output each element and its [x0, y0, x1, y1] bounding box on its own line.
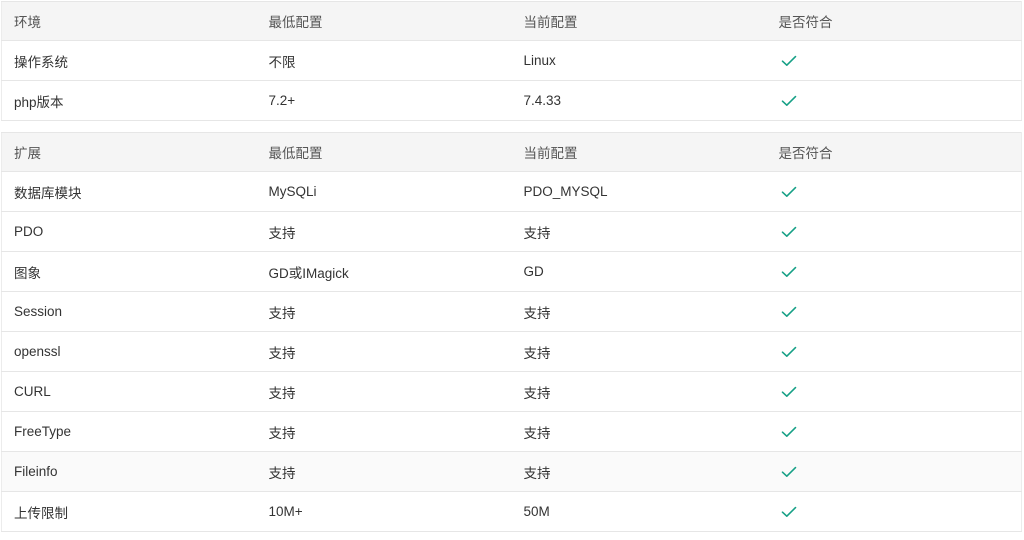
- cell-current: 支持: [511, 371, 767, 412]
- table-row: Session 支持 支持: [1, 291, 1022, 332]
- cell-name: CURL: [1, 371, 257, 412]
- table-row: 图象 GD或IMagick GD: [1, 251, 1022, 292]
- cell-name: 图象: [1, 251, 257, 292]
- extension-table: 扩展 最低配置 当前配置 是否符合 数据库模块 MySQLi PDO_MYSQL PD…: [1, 132, 1022, 532]
- cell-name: Fileinfo: [1, 451, 257, 492]
- table-row: 上传限制 10M+ 50M: [1, 491, 1022, 532]
- cell-compliant: [766, 371, 1022, 412]
- table-row: FreeType 支持 支持: [1, 411, 1022, 452]
- table-row: CURL 支持 支持: [1, 371, 1022, 412]
- cell-current: 50M: [511, 491, 767, 532]
- cell-name: 数据库模块: [1, 171, 257, 212]
- cell-minimum: 不限: [256, 40, 512, 81]
- cell-minimum: 10M+: [256, 491, 512, 532]
- cell-minimum: 支持: [256, 291, 512, 332]
- cell-name: FreeType: [1, 411, 257, 452]
- check-icon: [781, 95, 797, 107]
- check-icon: [781, 186, 797, 198]
- cell-current: 支持: [511, 291, 767, 332]
- cell-minimum: 支持: [256, 331, 512, 372]
- cell-current: Linux: [511, 40, 767, 81]
- header-minimum: 最低配置: [256, 1, 512, 41]
- cell-minimum: MySQLi: [256, 171, 512, 212]
- table-row: openssl 支持 支持: [1, 331, 1022, 372]
- environment-table: 环境 最低配置 当前配置 是否符合 操作系统 不限 Linux php版本 7.2+ 7.…: [1, 1, 1022, 121]
- cell-compliant: [766, 451, 1022, 492]
- cell-name: 操作系统: [1, 40, 257, 81]
- cell-compliant: [766, 411, 1022, 452]
- cell-minimum: GD或IMagick: [256, 251, 512, 292]
- cell-name: 上传限制: [1, 491, 257, 532]
- requirements-page: 环境 最低配置 当前配置 是否符合 操作系统 不限 Linux php版本 7.2+ 7.…: [0, 0, 1022, 540]
- cell-minimum: 支持: [256, 451, 512, 492]
- cell-name: PDO: [1, 211, 257, 252]
- header-current: 当前配置: [511, 1, 767, 41]
- environment-table-body: 操作系统 不限 Linux php版本 7.2+ 7.4.33: [1, 40, 1022, 121]
- table-row: php版本 7.2+ 7.4.33: [1, 80, 1022, 121]
- cell-name: php版本: [1, 80, 257, 121]
- cell-minimum: 支持: [256, 411, 512, 452]
- header-extension: 扩展: [1, 132, 257, 172]
- cell-minimum: 7.2+: [256, 80, 512, 121]
- extension-table-body: 数据库模块 MySQLi PDO_MYSQL PDO 支持 支持 图象 GD或IMagick G…: [1, 171, 1022, 532]
- cell-current: 支持: [511, 451, 767, 492]
- cell-current: 支持: [511, 331, 767, 372]
- cell-compliant: [766, 211, 1022, 252]
- cell-compliant: [766, 251, 1022, 292]
- check-icon: [781, 466, 797, 478]
- cell-compliant: [766, 40, 1022, 81]
- check-icon: [781, 226, 797, 238]
- table-row: Fileinfo 支持 支持: [1, 451, 1022, 492]
- header-compliant: 是否符合: [766, 1, 1022, 41]
- check-icon: [781, 266, 797, 278]
- cell-compliant: [766, 80, 1022, 121]
- cell-current: PDO_MYSQL: [511, 171, 767, 212]
- cell-name: Session: [1, 291, 257, 332]
- cell-compliant: [766, 171, 1022, 212]
- check-icon: [781, 386, 797, 398]
- header-current: 当前配置: [511, 132, 767, 172]
- table-row: 数据库模块 MySQLi PDO_MYSQL: [1, 171, 1022, 212]
- cell-compliant: [766, 491, 1022, 532]
- table-header-row: 扩展 最低配置 当前配置 是否符合: [1, 132, 1022, 172]
- cell-compliant: [766, 291, 1022, 332]
- table-header-row: 环境 最低配置 当前配置 是否符合: [1, 1, 1022, 41]
- cell-current: 7.4.33: [511, 80, 767, 121]
- table-row: 操作系统 不限 Linux: [1, 40, 1022, 81]
- check-icon: [781, 426, 797, 438]
- check-icon: [781, 346, 797, 358]
- check-icon: [781, 55, 797, 67]
- cell-minimum: 支持: [256, 371, 512, 412]
- header-minimum: 最低配置: [256, 132, 512, 172]
- header-compliant: 是否符合: [766, 132, 1022, 172]
- cell-compliant: [766, 331, 1022, 372]
- cell-current: 支持: [511, 411, 767, 452]
- table-row: PDO 支持 支持: [1, 211, 1022, 252]
- cell-current: GD: [511, 251, 767, 292]
- cell-name: openssl: [1, 331, 257, 372]
- check-icon: [781, 306, 797, 318]
- check-icon: [781, 506, 797, 518]
- header-environment: 环境: [1, 1, 257, 41]
- cell-minimum: 支持: [256, 211, 512, 252]
- cell-current: 支持: [511, 211, 767, 252]
